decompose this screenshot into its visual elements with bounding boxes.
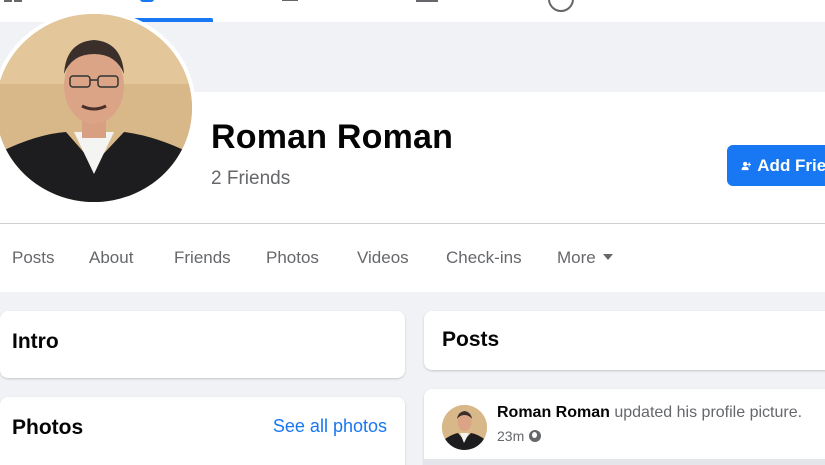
posts-header-card: Posts: [424, 311, 825, 370]
groups-icon[interactable]: [548, 0, 574, 12]
post-image-area: [424, 459, 825, 465]
post-meta: 23m: [497, 428, 542, 444]
tab-check-ins[interactable]: Check-ins: [446, 248, 522, 268]
add-friend-label: Add Friend: [757, 155, 825, 175]
post-author-name[interactable]: Roman Roman: [497, 404, 610, 421]
marketplace-icon[interactable]: [414, 0, 438, 8]
post-timestamp[interactable]: 23m: [497, 428, 524, 444]
intro-card: Intro: [0, 311, 405, 378]
home-icon[interactable]: [2, 0, 24, 8]
post-action-text: updated his profile picture.: [614, 404, 803, 421]
post-card: Roman Roman updated his profile picture.…: [424, 389, 825, 465]
profile-tabs: Posts About Friends Photos Videos Check-…: [0, 224, 825, 292]
photos-title: Photos: [12, 416, 84, 439]
post-headline: Roman Roman updated his profile picture.: [497, 404, 802, 422]
tab-posts[interactable]: Posts: [12, 248, 55, 268]
watch-icon[interactable]: [280, 0, 302, 8]
posts-title: Posts: [442, 328, 500, 351]
tab-about[interactable]: About: [89, 248, 133, 268]
profile-avatar[interactable]: [0, 14, 192, 202]
tab-more[interactable]: More: [557, 248, 613, 268]
intro-title: Intro: [12, 330, 59, 353]
post-author-avatar[interactable]: [442, 405, 487, 450]
photos-card: Photos See all photos: [0, 397, 405, 465]
globe-icon: [529, 430, 542, 442]
profile-icon[interactable]: [136, 0, 158, 8]
see-all-photos-link[interactable]: See all photos: [273, 416, 387, 437]
tab-photos[interactable]: Photos: [266, 248, 319, 268]
profile-name: Roman Roman: [211, 118, 454, 156]
add-friend-button[interactable]: Add Friend: [727, 145, 825, 186]
tab-videos[interactable]: Videos: [357, 248, 409, 268]
add-friend-icon: [741, 161, 752, 170]
friend-count[interactable]: 2 Friends: [211, 168, 290, 190]
tab-friends[interactable]: Friends: [174, 248, 231, 268]
